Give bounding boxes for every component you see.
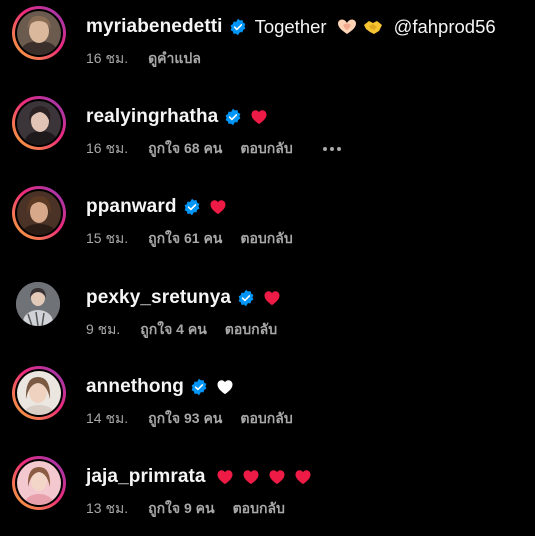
verified-badge-icon xyxy=(183,198,201,216)
verified-badge-icon xyxy=(229,18,247,36)
reply-button[interactable]: ตอบกลับ xyxy=(233,498,285,520)
red-heart-emoji xyxy=(209,198,227,216)
comment-timestamp: 16 ชม. xyxy=(86,140,129,156)
verified-badge-icon xyxy=(224,108,242,126)
comment-timestamp: 9 ชม. xyxy=(86,321,121,337)
comment-username[interactable]: ppanward xyxy=(86,196,177,218)
comment-item: realyingrhatha 16 ชม. ถูกใจ 68 คน ตอบกลั… xyxy=(0,96,535,176)
red-heart-emoji xyxy=(263,289,281,307)
comment-timestamp: 14 ชม. xyxy=(86,410,129,426)
heart-hands-emoji xyxy=(336,17,358,37)
avatar[interactable] xyxy=(12,456,66,510)
comment-username[interactable]: annethong xyxy=(86,376,184,398)
comment-username[interactable]: realyingrhatha xyxy=(86,106,218,128)
red-heart-emoji xyxy=(268,468,286,486)
avatar[interactable] xyxy=(12,366,66,420)
comment-timestamp: 13 ชม. xyxy=(86,500,129,516)
comment-timestamp: 16 ชม. xyxy=(86,50,129,66)
white-heart-emoji xyxy=(216,378,234,396)
reply-button[interactable]: ตอบกลับ xyxy=(225,319,277,341)
handshake-emoji xyxy=(362,17,384,37)
red-heart-emoji xyxy=(294,468,312,486)
likes-count[interactable]: ถูกใจ 93 คน xyxy=(148,408,222,430)
red-heart-emoji xyxy=(250,108,268,126)
verified-badge-icon xyxy=(190,378,208,396)
avatar[interactable] xyxy=(12,6,66,60)
comment-timestamp: 15 ชม. xyxy=(86,230,129,246)
comment-item: pexky_sretunya 9 ชม. ถูกใจ 4 คน ตอบกลับ xyxy=(0,277,535,357)
comment-item: ppanward 15 ชม. ถูกใจ 61 คน ตอบกลับ xyxy=(0,186,535,266)
reply-button[interactable]: ตอบกลับ xyxy=(240,408,292,430)
avatar[interactable] xyxy=(12,277,66,331)
red-heart-emoji xyxy=(216,468,234,486)
reply-button[interactable]: ตอบกลับ xyxy=(240,138,292,160)
avatar[interactable] xyxy=(12,186,66,240)
more-options-icon[interactable] xyxy=(322,139,341,159)
likes-count[interactable]: ถูกใจ 68 คน xyxy=(148,138,222,160)
likes-count[interactable]: ถูกใจ 9 คน xyxy=(148,498,215,520)
verified-badge-icon xyxy=(237,289,255,307)
comment-username[interactable]: myriabenedetti xyxy=(86,16,223,38)
see-translation-button[interactable]: ดูคำแปล xyxy=(148,48,201,70)
likes-count[interactable]: ถูกใจ 4 คน xyxy=(140,319,207,341)
avatar[interactable] xyxy=(12,96,66,150)
red-heart-emoji xyxy=(242,468,260,486)
reply-button[interactable]: ตอบกลับ xyxy=(240,228,292,250)
comment-text: Together xyxy=(254,16,327,37)
likes-count[interactable]: ถูกใจ 61 คน xyxy=(148,228,222,250)
comment-item: jaja_primrata 13 ชม. ถูกใจ 9 คน ตอบกลับ xyxy=(0,456,535,536)
comment-username[interactable]: pexky_sretunya xyxy=(86,287,231,309)
comment-item: annethong 14 ชม. ถูกใจ 93 คน ตอบกลับ xyxy=(0,366,535,446)
comment-item: myriabenedetti Together @fahprod56 16 ชม… xyxy=(0,6,535,86)
comment-username[interactable]: jaja_primrata xyxy=(86,466,206,488)
mention-link[interactable]: @fahprod56 xyxy=(394,16,496,38)
